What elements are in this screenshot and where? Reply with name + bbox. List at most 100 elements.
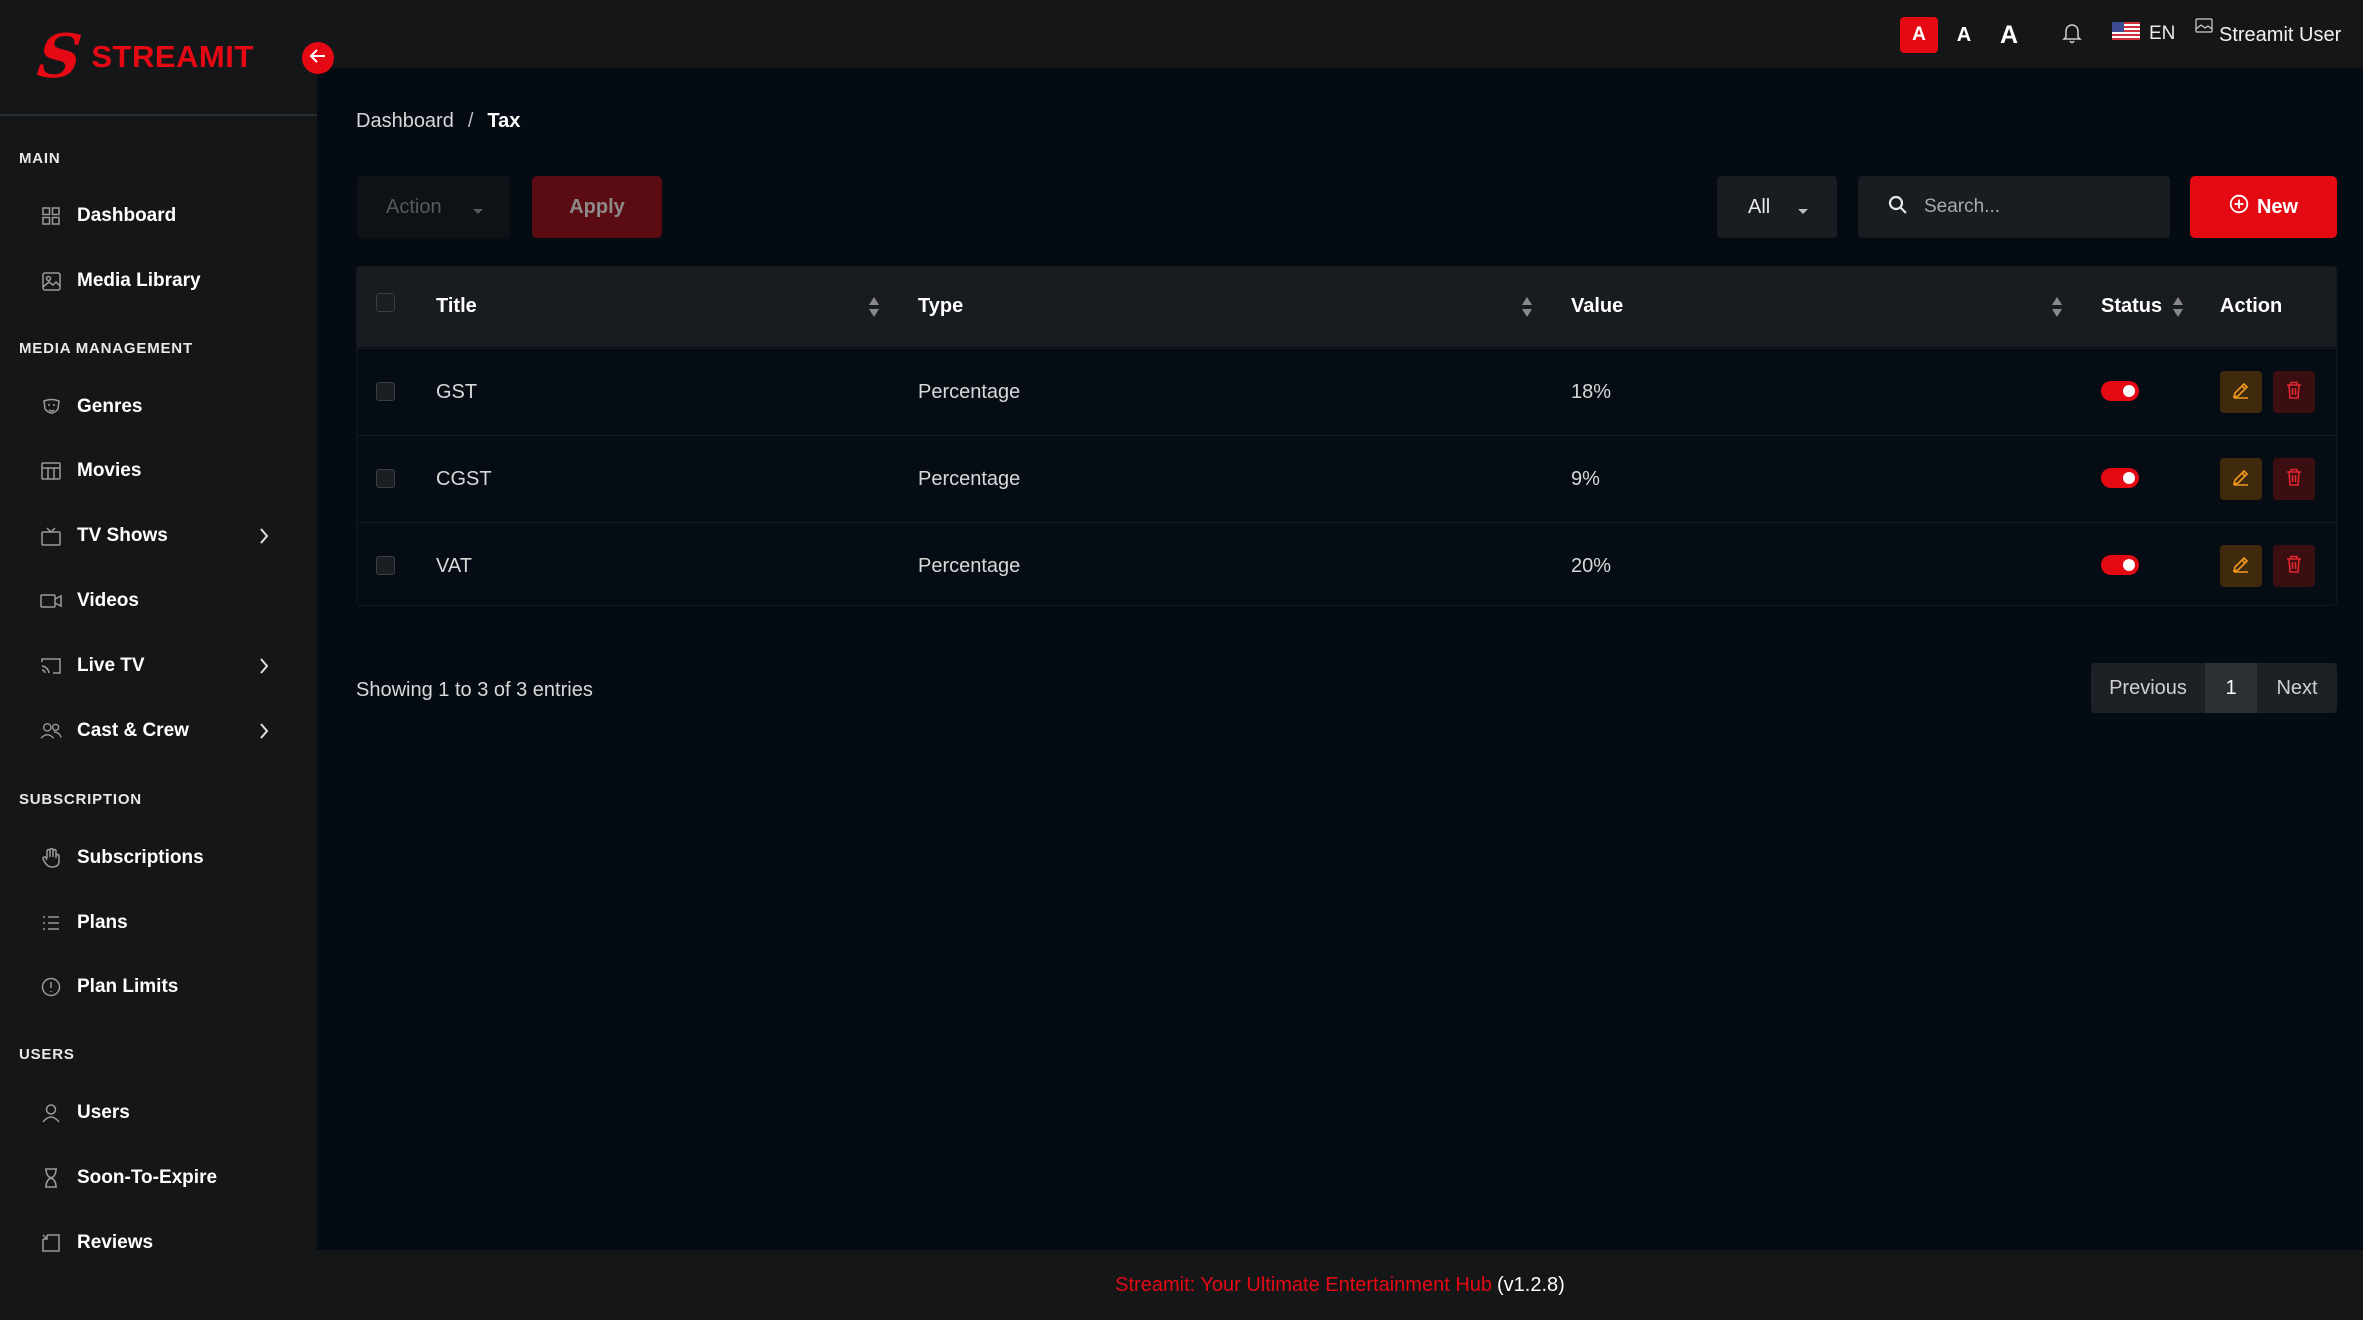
sidebar-item-movies[interactable]: Movies <box>0 443 317 499</box>
column-status[interactable]: Status <box>2101 295 2162 318</box>
column-value[interactable]: Value <box>1571 295 1623 318</box>
status-filter-select[interactable]: All <box>1717 176 1837 238</box>
list-icon <box>40 912 62 934</box>
sidebar-item-label: Dashboard <box>77 205 177 226</box>
chevron-right-icon <box>258 526 270 551</box>
breadcrumb-separator: / <box>467 110 474 132</box>
search-box <box>1858 176 2170 238</box>
sidebar-item-users[interactable]: Users <box>0 1085 317 1141</box>
pencil-icon <box>2232 468 2250 491</box>
sidebar-item-media-library[interactable]: Media Library <box>0 253 317 309</box>
video-camera-icon <box>40 590 62 612</box>
sidebar-item-label: Plan Limits <box>77 976 179 997</box>
sidebar-item-live-tv[interactable]: Live TV <box>0 638 317 694</box>
breadcrumb-dashboard-link[interactable]: Dashboard <box>356 110 454 133</box>
caret-down-icon <box>472 203 484 221</box>
delete-button[interactable] <box>2273 545 2315 587</box>
column-type[interactable]: Type <box>918 295 963 318</box>
search-input[interactable] <box>1924 196 2144 218</box>
delete-button[interactable] <box>2273 458 2315 500</box>
users-icon <box>40 720 62 742</box>
sidebar-item-plan-limits[interactable]: Plan Limits <box>0 959 317 1015</box>
cell-title: GST <box>436 381 478 403</box>
font-size-large-button[interactable]: A <box>1993 17 2025 53</box>
user-name: Streamit User <box>2219 24 2342 46</box>
breadcrumb-current: Tax <box>487 110 521 132</box>
breadcrumb: Dashboard / Tax <box>356 110 520 133</box>
edit-button[interactable] <box>2220 458 2262 500</box>
search-icon <box>1888 195 1908 220</box>
user-menu[interactable]: Streamit User <box>2195 16 2341 47</box>
apply-button[interactable]: Apply <box>532 176 662 238</box>
sidebar-item-subscriptions[interactable]: Subscriptions <box>0 830 317 886</box>
select-all-checkbox[interactable] <box>376 293 395 312</box>
sidebar-item-soon-to-expire[interactable]: Soon-To-Expire <box>0 1150 317 1206</box>
status-toggle[interactable] <box>2101 555 2139 575</box>
status-toggle[interactable] <box>2101 381 2139 401</box>
cell-value: 9% <box>1571 468 1600 490</box>
row-checkbox[interactable] <box>376 382 395 401</box>
row-checkbox[interactable] <box>376 556 395 575</box>
bell-icon <box>2062 22 2082 49</box>
edit-button[interactable] <box>2220 371 2262 413</box>
sidebar-item-videos[interactable]: Videos <box>0 573 317 629</box>
footer-brand-link[interactable]: Streamit: Your Ultimate Entertainment Hu… <box>1115 1274 1492 1297</box>
cell-title: CGST <box>436 468 492 490</box>
sidebar-item-label: Genres <box>77 396 143 417</box>
page-1-button[interactable]: 1 <box>2205 663 2257 713</box>
sidebar-item-label: Movies <box>77 460 142 481</box>
section-subscription: SUBSCRIPTION <box>19 791 142 808</box>
column-action: Action <box>2220 295 2283 317</box>
section-main: MAIN <box>19 150 61 167</box>
new-button[interactable]: New <box>2190 176 2337 238</box>
previous-page-button[interactable]: Previous <box>2091 663 2205 713</box>
logo[interactable]: S STREAMIT <box>0 0 317 116</box>
logo-text: STREAMIT <box>91 39 254 74</box>
sidebar: S STREAMIT MAIN Dashboard Media Library … <box>0 0 317 1320</box>
font-size-medium-button[interactable]: A <box>1950 17 1978 53</box>
sidebar-item-cast-crew[interactable]: Cast & Crew <box>0 703 317 759</box>
bulk-action-select[interactable]: Action <box>357 176 510 238</box>
hand-icon <box>40 847 62 869</box>
sidebar-item-label: Subscriptions <box>77 847 204 868</box>
tax-table: Title Type Value Status Action GST Perce… <box>356 266 2337 606</box>
hourglass-icon <box>40 1167 62 1189</box>
notifications-button[interactable] <box>2062 22 2082 49</box>
new-button-label: New <box>2256 195 2299 218</box>
footer-version: (v1.2.8) <box>1497 1273 1565 1296</box>
next-page-button[interactable]: Next <box>2257 663 2337 713</box>
status-toggle[interactable] <box>2101 468 2139 488</box>
sidebar-item-label: Cast & Crew <box>77 720 189 741</box>
sort-icon[interactable] <box>2172 296 2184 323</box>
font-size-small-button[interactable]: A <box>1900 17 1938 53</box>
trash-icon <box>2286 381 2302 404</box>
user-icon <box>40 1102 62 1124</box>
edit-button[interactable] <box>2220 545 2262 587</box>
sidebar-item-label: Videos <box>77 590 139 611</box>
chevron-right-icon <box>258 721 270 746</box>
sidebar-item-tv-shows[interactable]: TV Shows <box>0 508 317 564</box>
sidebar-item-genres[interactable]: Genres <box>0 379 317 435</box>
sidebar-item-label: Reviews <box>77 1232 154 1253</box>
image-icon <box>40 270 62 292</box>
collapse-sidebar-button[interactable] <box>302 42 334 74</box>
arrow-left-icon <box>309 48 327 69</box>
cell-type: Percentage <box>918 555 1021 577</box>
column-title[interactable]: Title <box>436 295 477 318</box>
row-checkbox[interactable] <box>376 469 395 488</box>
cell-value: 20% <box>1571 555 1612 577</box>
sidebar-item-reviews[interactable]: Reviews <box>0 1215 317 1271</box>
sidebar-item-dashboard[interactable]: Dashboard <box>0 188 317 244</box>
sort-icon[interactable] <box>2051 296 2063 323</box>
delete-button[interactable] <box>2273 371 2315 413</box>
table-row: VAT Percentage 20% <box>357 522 2336 609</box>
trash-icon <box>2286 555 2302 578</box>
sort-icon[interactable] <box>868 296 880 323</box>
section-users: USERS <box>19 1046 75 1063</box>
trash-icon <box>2286 468 2302 491</box>
sidebar-item-plans[interactable]: Plans <box>0 895 317 951</box>
language-selector[interactable]: EN <box>2112 22 2175 45</box>
sort-icon[interactable] <box>1521 296 1533 323</box>
pencil-icon <box>2232 381 2250 404</box>
cell-title: VAT <box>436 555 472 577</box>
